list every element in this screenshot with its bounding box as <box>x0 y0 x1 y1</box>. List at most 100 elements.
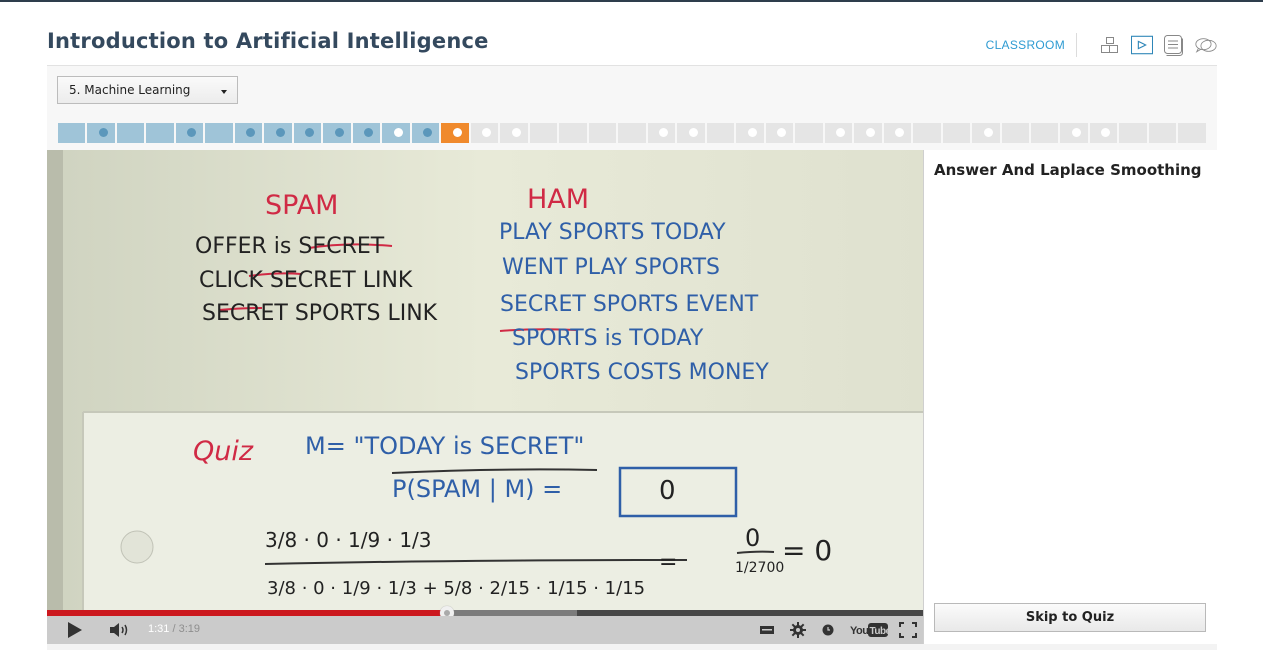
segment-33[interactable] <box>1030 123 1059 143</box>
top-bar <box>0 0 1263 2</box>
segment-16[interactable] <box>529 123 558 143</box>
quiz-marker-icon <box>659 128 669 137</box>
fullscreen-icon[interactable] <box>898 622 918 638</box>
lesson-title: Answer And Laplace Smoothing <box>934 161 1202 179</box>
quiz-marker-icon <box>836 128 846 137</box>
video-icon[interactable] <box>1131 34 1153 56</box>
board-ham-line: SPORTS COSTS MONEY <box>515 360 769 385</box>
segment-0[interactable] <box>58 123 86 143</box>
segment-31[interactable] <box>972 123 1000 143</box>
quiz-marker-icon <box>777 128 787 137</box>
board-ham-heading: HAM <box>527 184 590 215</box>
board-quiz-label: Quiz <box>193 436 254 467</box>
segment-7[interactable] <box>264 123 292 143</box>
segment-35[interactable] <box>1089 123 1118 143</box>
board-result: = 0 <box>782 534 833 567</box>
segment-marker-icon <box>187 128 197 137</box>
notes-icon[interactable] <box>1163 34 1185 56</box>
segment-marker-icon <box>275 128 285 137</box>
video-controls: 1:31 / 3:19 YouTube <box>47 616 923 644</box>
segment-27[interactable] <box>854 123 882 143</box>
segment-24[interactable] <box>765 123 794 143</box>
segment-5[interactable] <box>205 123 233 143</box>
segment-15[interactable] <box>500 123 528 143</box>
board-spam-line: OFFER is SECRET <box>195 234 385 259</box>
segment-3[interactable] <box>146 123 174 143</box>
bottom-strip <box>47 644 1217 650</box>
segment-19[interactable] <box>618 123 646 143</box>
segment-18[interactable] <box>588 123 617 143</box>
board-equals: = <box>659 550 678 575</box>
nav-divider <box>1076 33 1077 57</box>
segment-17[interactable] <box>559 123 587 143</box>
segment-37[interactable] <box>1148 123 1177 143</box>
settings-gear-icon[interactable] <box>789 622 807 638</box>
segment-22[interactable] <box>706 123 735 143</box>
duration: 3:19 <box>178 623 201 635</box>
board-spam-line: CLICK SECRET LINK <box>199 268 413 293</box>
segment-11[interactable] <box>382 123 410 143</box>
segment-29[interactable] <box>913 123 941 143</box>
board-result-numerator: 0 <box>745 524 761 552</box>
segment-10[interactable] <box>352 123 381 143</box>
segment-25[interactable] <box>795 123 823 143</box>
time-separator: / <box>169 623 179 635</box>
board-denominator: 3/8 · 0 · 1/9 · 1/3 + 5/8 · 2/15 · 1/15 … <box>267 578 646 599</box>
board-result-denominator: 1/2700 <box>735 560 785 576</box>
segment-32[interactable] <box>1001 123 1029 143</box>
video-player[interactable]: SPAM HAM Quiz M= "TODAY is SECRET" P(SPA… <box>47 150 923 644</box>
segment-38[interactable] <box>1178 123 1206 143</box>
segment-21[interactable] <box>677 123 705 143</box>
segment-marker-icon <box>423 128 433 137</box>
quiz-marker-icon <box>983 128 993 137</box>
segment-progress-bar <box>58 123 1206 143</box>
svg-text:You: You <box>850 625 868 637</box>
course-map-icon[interactable] <box>1099 34 1121 56</box>
segment-28[interactable] <box>883 123 912 143</box>
lesson-panel: 5. Machine Learning <box>47 66 1217 150</box>
segment-13[interactable] <box>441 123 469 143</box>
segment-36[interactable] <box>1119 123 1147 143</box>
segment-6[interactable] <box>234 123 263 143</box>
quiz-marker-icon <box>747 128 757 137</box>
skip-to-quiz-button[interactable]: Skip to Quiz <box>934 603 1206 632</box>
board-answer: 0 <box>659 476 676 506</box>
segment-1[interactable] <box>87 123 115 143</box>
volume-icon[interactable] <box>109 623 131 637</box>
youtube-logo-icon[interactable]: YouTube <box>849 622 889 638</box>
svg-text:Tube: Tube <box>870 626 889 637</box>
course-title: Introduction to Artificial Intelligence <box>47 29 489 53</box>
segment-23[interactable] <box>736 123 764 143</box>
classroom-link[interactable]: CLASSROOM <box>986 38 1065 52</box>
segment-26[interactable] <box>824 123 853 143</box>
board-spam-heading: SPAM <box>265 190 339 221</box>
board-spam-line: SECRET SPORTS LINK <box>202 301 438 326</box>
segment-9[interactable] <box>323 123 351 143</box>
classroom-nav: CLASSROOM <box>986 33 1217 57</box>
discussion-icon[interactable] <box>1195 34 1217 56</box>
captions-icon[interactable] <box>759 625 775 635</box>
segment-34[interactable] <box>1060 123 1088 143</box>
segment-30[interactable] <box>942 123 971 143</box>
segment-20[interactable] <box>647 123 676 143</box>
lesson-select[interactable]: 5. Machine Learning <box>57 76 238 104</box>
time-display: 1:31 / 3:19 <box>148 623 200 635</box>
quiz-marker-icon <box>482 128 492 137</box>
quiz-marker-icon <box>1101 128 1111 137</box>
segment-4[interactable] <box>175 123 204 143</box>
segment-8[interactable] <box>293 123 322 143</box>
segment-marker-icon <box>246 128 256 137</box>
board-ham-line: WENT PLAY SPORTS <box>502 255 720 280</box>
watch-later-icon[interactable] <box>821 624 835 636</box>
quiz-marker-icon <box>1071 128 1081 137</box>
board-ham-line: SECRET SPORTS EVENT <box>500 292 759 317</box>
play-icon[interactable] <box>65 622 85 638</box>
board-ham-line: SPORTS is TODAY <box>512 326 704 351</box>
sidebar-divider <box>923 150 924 644</box>
segment-2[interactable] <box>116 123 145 143</box>
quiz-marker-icon <box>511 128 521 137</box>
lesson-select-value: 5. Machine Learning <box>69 83 191 97</box>
segment-12[interactable] <box>411 123 440 143</box>
quiz-marker-icon <box>452 128 462 137</box>
segment-14[interactable] <box>470 123 499 143</box>
